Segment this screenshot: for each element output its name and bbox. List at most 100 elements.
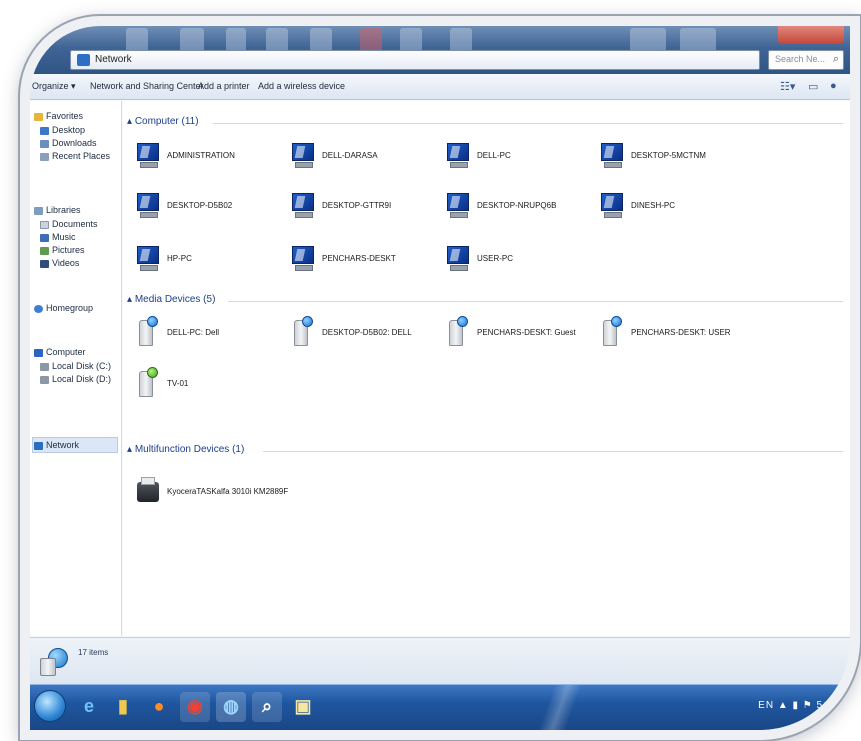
group-header-computer[interactable]: ▴ Computer (11) (127, 116, 199, 127)
nav-downloads[interactable]: Downloads (40, 138, 97, 148)
nav-pictures[interactable]: Pictures (40, 245, 85, 255)
taskbar: e ▮ ● ◉ ◍ ⌕ ▣ EN ▲ ▮ ⚑ 5:14 (30, 684, 850, 730)
computer-tile[interactable]: DESKTOP-GTTR9I (290, 192, 440, 222)
computer-icon (290, 142, 318, 172)
title-bar-decoration (680, 28, 716, 52)
nav-label: Recent Places (52, 151, 111, 161)
navigation-pane: Favorites Desktop Downloads Recent Place… (30, 101, 122, 636)
nav-label: Favorites (46, 111, 84, 121)
help-icon[interactable]: ● (830, 80, 837, 92)
star-icon (34, 112, 43, 121)
tile-label: DELL-PC: Dell (167, 328, 220, 337)
computer-icon (135, 245, 163, 275)
address-bar[interactable]: Network (70, 50, 760, 70)
media-device-tile[interactable]: PENCHARS-DESKT: USER (599, 316, 749, 346)
computer-tile[interactable]: DESKTOP-D5B02 (135, 192, 285, 222)
folder-icon: ▮ (118, 696, 128, 716)
media-device-tile[interactable]: TV-01 (135, 367, 285, 397)
add-wireless-device-button[interactable]: Add a wireless device (258, 81, 345, 91)
computer-icon (445, 192, 473, 222)
item-count: 17 items (78, 648, 109, 657)
title-bar-decoration (450, 28, 472, 52)
nav-label: Documents (52, 219, 98, 229)
music-icon (40, 233, 49, 242)
network-sharing-center-button[interactable]: Network and Sharing Center (90, 81, 204, 91)
desktop-icon (40, 126, 49, 135)
computer-tile[interactable]: ADMINISTRATION (135, 142, 285, 172)
computer-tile[interactable]: DELL-PC (445, 142, 595, 172)
documents-icon (40, 220, 49, 229)
nav-documents[interactable]: Documents (40, 219, 98, 229)
group-header-multifunction[interactable]: ▴ Multifunction Devices (1) (127, 444, 244, 455)
title-bar-decoration (310, 28, 332, 52)
nav-label: Network (46, 440, 80, 450)
tile-label: KyoceraTASKalfa 3010i KM2889F (167, 487, 289, 496)
printer-tile[interactable]: KyoceraTASKalfa 3010i KM2889F (135, 476, 335, 506)
tile-label: DELL-PC (477, 151, 511, 160)
libraries-icon (34, 206, 43, 215)
taskbar-file-explorer[interactable]: ▮ (108, 692, 138, 722)
nav-libraries[interactable]: Libraries (34, 205, 81, 215)
tile-label: TV-01 (167, 379, 189, 388)
tile-label: DESKTOP-D5B02: DELL (322, 328, 412, 337)
title-bar-decoration (266, 28, 288, 52)
add-printer-button[interactable]: Add a printer (198, 81, 250, 91)
drive-icon (40, 362, 49, 371)
nav-label: Videos (52, 258, 80, 268)
title-bar: Network Search Ne... ⌕ (30, 26, 850, 74)
taskbar-search-app[interactable]: ⌕ (252, 692, 282, 722)
view-options-icon[interactable]: ☷▾ (780, 80, 795, 93)
media-device-tile[interactable]: DESKTOP-D5B02: DELL (290, 316, 440, 346)
nav-recent-places[interactable]: Recent Places (40, 151, 110, 161)
tile-label: PENCHARS-DESKT (322, 254, 396, 263)
computer-tile[interactable]: DESKTOP-5MCTNM (599, 142, 749, 172)
computer-icon (34, 348, 43, 357)
taskbar-internet-explorer[interactable]: e (74, 692, 104, 722)
taskbar-firefox[interactable]: ● (144, 692, 174, 722)
drive-icon (40, 375, 49, 384)
search-icon: ⌕ (832, 53, 839, 65)
taskbar-network-explorer[interactable]: ◍ (216, 692, 246, 722)
group-divider (228, 301, 843, 302)
nav-computer[interactable]: Computer (34, 347, 86, 357)
nav-local-disk-c[interactable]: Local Disk (C:) (40, 361, 111, 371)
network-globe-icon: ◍ (223, 696, 239, 716)
organize-button[interactable]: Organize ▾ (32, 81, 76, 92)
media-device-tile[interactable]: DELL-PC: Dell (135, 316, 285, 346)
nav-local-disk-d[interactable]: Local Disk (D:) (40, 374, 111, 384)
nav-desktop[interactable]: Desktop (40, 125, 85, 135)
nav-favorites[interactable]: Favorites (34, 111, 83, 121)
computer-tile[interactable]: HP-PC (135, 245, 285, 275)
nav-homegroup[interactable]: Homegroup (34, 303, 93, 313)
nav-music[interactable]: Music (40, 232, 76, 242)
window-controls[interactable] (778, 26, 844, 44)
details-pane: 17 items (30, 637, 850, 684)
nav-label: Homegroup (46, 303, 94, 313)
taskbar-paint[interactable]: ▣ (288, 692, 318, 722)
network-icon (38, 644, 70, 678)
media-device-tile[interactable]: PENCHARS-DESKT: Guest (445, 316, 595, 346)
computer-tile[interactable]: DELL-DARASA (290, 142, 440, 172)
preview-pane-icon[interactable]: ▭ (808, 80, 818, 93)
group-title: Multifunction Devices (1) (134, 444, 245, 455)
computer-icon (445, 245, 473, 275)
search-input[interactable]: Search Ne... ⌕ (768, 50, 844, 70)
computer-tile[interactable]: USER-PC (445, 245, 595, 275)
network-icon (34, 441, 43, 450)
nav-label: Desktop (52, 125, 86, 135)
computer-tile[interactable]: DESKTOP-NRUPQ6B (445, 192, 595, 222)
tile-label: DELL-DARASA (322, 151, 378, 160)
tile-label: USER-PC (477, 254, 514, 263)
printer-icon (135, 476, 163, 506)
system-tray[interactable]: EN ▲ ▮ ⚑ 5:14 (758, 700, 840, 711)
start-button[interactable] (34, 690, 66, 722)
group-header-media[interactable]: ▴ Media Devices (5) (127, 294, 215, 305)
tile-label: DESKTOP-GTTR9I (322, 201, 392, 210)
computer-tile[interactable]: DINESH-PC (599, 192, 749, 222)
network-icon (77, 54, 90, 66)
nav-network[interactable]: Network (34, 440, 79, 450)
nav-videos[interactable]: Videos (40, 258, 79, 268)
computer-tile[interactable]: PENCHARS-DESKT (290, 245, 440, 275)
taskbar-chrome[interactable]: ◉ (180, 692, 210, 722)
group-divider (263, 451, 843, 452)
